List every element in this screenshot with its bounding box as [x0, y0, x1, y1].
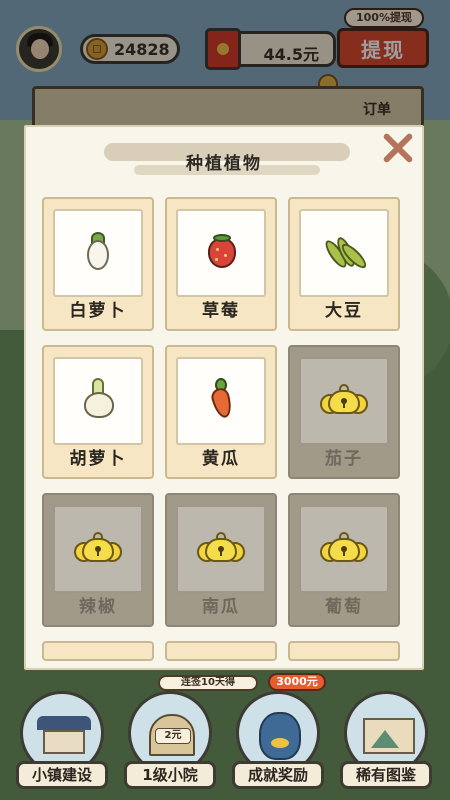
pavilion-icon — [37, 716, 91, 730]
plant-card-locked[interactable]: 辣椒 — [42, 493, 154, 627]
nav-town-build[interactable]: 小镇建设 — [16, 691, 108, 789]
plant-name: 白萝卜 — [69, 301, 127, 321]
plant-card-partial[interactable] — [42, 641, 154, 661]
signin-banner: 连签10天得 — [158, 675, 258, 691]
plant-name: 草莓 — [202, 301, 240, 321]
plant-card[interactable]: 黄瓜 — [165, 345, 277, 479]
plant-card-partial[interactable] — [165, 641, 277, 661]
signin-reward: 3000元 — [268, 673, 326, 691]
plant-name: 茄子 — [325, 449, 363, 469]
dialog-title: 种植植物 — [186, 154, 262, 174]
plant-card[interactable]: 草莓 — [165, 197, 277, 331]
plant-card-partial[interactable] — [288, 641, 400, 661]
nav-label: 小镇建设 — [16, 761, 108, 789]
bottom-nav: 连签10天得 3000元 小镇建设 2元 1级小院 成就奖励 稀有图鉴 — [0, 673, 450, 800]
lock-icon — [197, 532, 245, 566]
plant-name: 胡萝卜 — [69, 449, 127, 469]
nav-achievements[interactable]: 成就奖励 — [232, 691, 324, 789]
strawberry-icon — [201, 230, 241, 276]
plant-card[interactable]: 胡萝卜 — [42, 345, 154, 479]
lock-icon — [320, 384, 368, 418]
plant-grid: 白萝卜 草莓 大豆 胡萝卜 黄瓜 茄子 辣椒 南瓜 葡萄 — [42, 197, 400, 661]
carrot-icon — [201, 378, 241, 424]
nav-courtyard[interactable]: 2元 1级小院 — [124, 691, 216, 789]
nav-label: 稀有图鉴 — [340, 761, 432, 789]
lock-icon — [320, 532, 368, 566]
plant-name: 辣椒 — [79, 597, 117, 617]
courtyard-badge: 2元 — [155, 728, 191, 744]
lock-icon — [74, 532, 122, 566]
close-icon[interactable] — [380, 131, 414, 165]
plant-card-locked[interactable]: 南瓜 — [165, 493, 277, 627]
plant-card-locked[interactable]: 茄子 — [288, 345, 400, 479]
nav-label: 1级小院 — [124, 761, 216, 789]
plant-card-locked[interactable]: 葡萄 — [288, 493, 400, 627]
plant-card[interactable]: 大豆 — [288, 197, 400, 331]
plant-name: 大豆 — [325, 301, 363, 321]
plant-name: 黄瓜 — [202, 449, 240, 469]
nav-rare-collection[interactable]: 稀有图鉴 — [340, 691, 432, 789]
plant-selection-dialog: 种植植物 白萝卜 草莓 大豆 胡萝卜 黄瓜 茄子 辣椒 南瓜 葡萄 — [24, 125, 424, 670]
nav-label: 成就奖励 — [232, 761, 324, 789]
soybean-icon — [321, 230, 370, 276]
garlic-icon — [78, 378, 118, 424]
treasure-jar-icon — [259, 712, 301, 760]
white-radish-icon — [78, 230, 118, 276]
plant-name: 葡萄 — [325, 597, 363, 617]
plant-name: 南瓜 — [202, 597, 240, 617]
plant-card[interactable]: 白萝卜 — [42, 197, 154, 331]
